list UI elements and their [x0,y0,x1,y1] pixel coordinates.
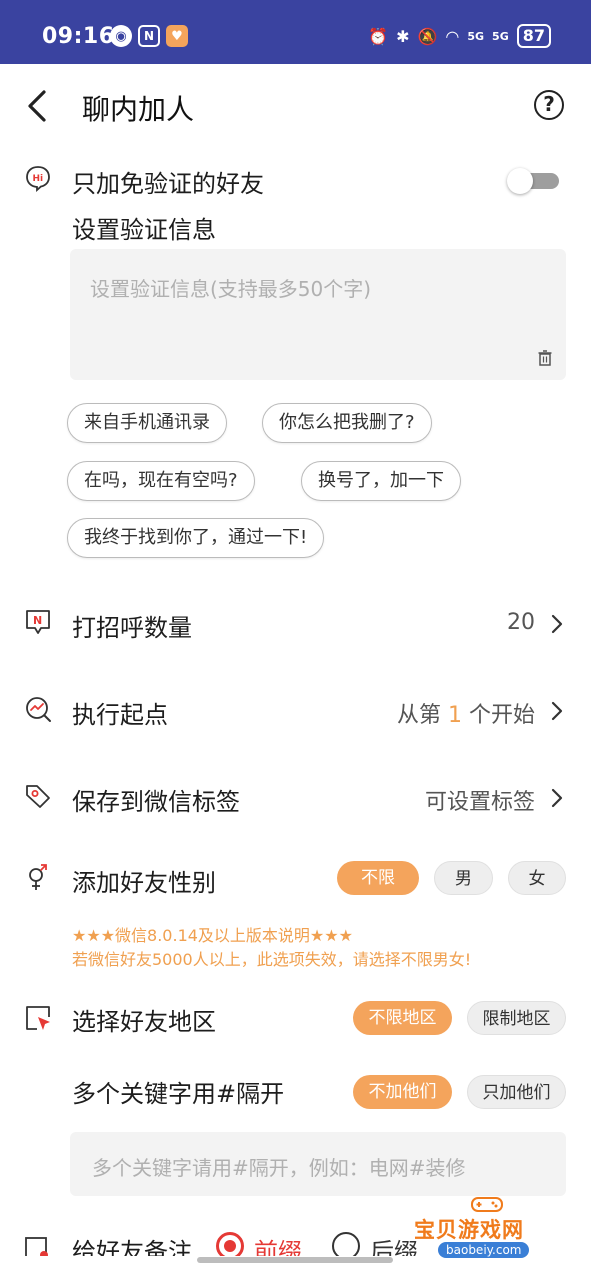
gender-option-male[interactable]: 男 [434,861,493,895]
chevron-right-icon[interactable] [551,788,563,808]
keywords-input[interactable]: 多个关键字请用#隔开，例如：电网#装修 [70,1132,566,1196]
gamepad-icon [471,1197,503,1212]
battery-indicator: 87 [516,24,551,48]
phrase-chip[interactable]: 你怎么把我删了? [262,403,432,443]
signal-5g-icon: 5G [492,29,509,43]
watermark-text: 宝贝游戏网 [414,1218,524,1242]
gender-option-any[interactable]: 不限 [337,861,419,895]
region-option-unlimited[interactable]: 不限地区 [353,1001,452,1035]
keywords-option-exclude[interactable]: 不加他们 [353,1075,452,1109]
radio-dot [224,1240,236,1252]
region-select-icon [26,1006,50,1030]
verify-message-label: 设置验证信息 [72,216,216,244]
chevron-right-icon[interactable] [551,614,563,634]
verify-free-label: 只加免验证的好友 [72,170,264,198]
keywords-option-include[interactable]: 只加他们 [467,1075,566,1109]
region-label: 选择好友地区 [72,1008,216,1036]
status-left-icons: ◉ N ♥ [110,25,188,47]
app-icon-heart: ♥ [166,25,188,47]
remark-suffix-label: 后缀 [370,1238,418,1256]
gender-option-female[interactable]: 女 [508,861,566,895]
watermark-url: baobeiy.com [438,1242,530,1258]
status-time: 09:16 [42,24,115,49]
home-indicator[interactable] [197,1257,393,1263]
hi-icon: Hi [26,166,50,192]
verify-free-toggle[interactable] [507,168,559,194]
page-title: 聊内加人 [82,93,195,126]
greet-count-label: 打招呼数量 [72,614,192,642]
version-notice-title: ★★★微信8.0.14及以上版本说明★★★ [72,926,353,945]
nfc-icon: N [138,25,160,47]
greet-count-value[interactable]: 20 [507,610,535,635]
phrase-chip[interactable]: 在吗，现在有空吗? [67,461,255,501]
signal-5g-icon: 5G [467,29,485,43]
wechat-tag-label: 保存到微信标签 [72,788,240,816]
gender-label: 添加好友性别 [72,869,216,897]
wechat-tag-value[interactable]: 可设置标签 [425,784,535,816]
keywords-label: 多个关键字用#隔开 [72,1080,285,1108]
help-icon[interactable]: ? [534,90,564,120]
region-option-limited[interactable]: 限制地区 [467,1001,566,1035]
remark-prefix-label: 前缀 [254,1238,302,1256]
verify-message-placeholder: 设置验证信息(支持最多50个字) [90,277,372,301]
phrase-chip[interactable]: 换号了，加一下 [301,461,461,501]
watermark: 宝贝游戏网 baobeiy.com [412,1196,562,1266]
svg-text:N: N [33,614,42,627]
start-point-number: 1 [447,703,462,728]
status-bar: 09:16 ◉ N ♥ ⏰ ✱ 🔕 ◠ 5G 5G 87 [0,0,591,64]
status-right-icons: ⏰ ✱ 🔕 ◠ 5G 5G 87 [368,24,551,48]
svg-text:Hi: Hi [33,174,44,184]
trash-icon[interactable] [538,350,552,366]
remark-suffix-radio[interactable] [332,1232,360,1256]
app-icon-dark: ◉ [110,25,132,47]
gender-icon [29,864,47,890]
toggle-thumb [507,168,533,194]
greeting-count-icon: N [26,610,50,634]
tag-icon [26,785,50,808]
chevron-right-icon[interactable] [551,701,563,721]
start-point-suffix: 个开始 [468,703,535,728]
start-point-value[interactable]: 从第 1 个开始 [397,697,535,729]
mute-icon: 🔕 [417,26,438,46]
wifi-icon: ◠ [445,26,460,46]
remark-label: 给好友备注 [72,1238,192,1256]
remark-icon [25,1237,48,1256]
start-point-prefix: 从第 [396,703,441,728]
phrase-chip[interactable]: 我终于找到你了，通过一下! [67,518,325,558]
app-header: 聊内加人 ? [0,64,591,148]
alarm-icon: ⏰ [368,26,389,46]
start-point-icon [26,697,51,722]
verify-message-input[interactable]: 设置验证信息(支持最多50个字) [70,249,566,380]
version-notice-text: 若微信好友5000人以上，此选项失效，请选择不限男女! [72,950,472,969]
start-point-label: 执行起点 [72,701,168,729]
bluetooth-icon: ✱ [396,26,410,46]
phrase-chip[interactable]: 来自手机通讯录 [67,403,227,443]
keywords-placeholder: 多个关键字请用#隔开，例如：电网#装修 [92,1156,466,1180]
back-arrow-icon[interactable] [24,88,54,124]
